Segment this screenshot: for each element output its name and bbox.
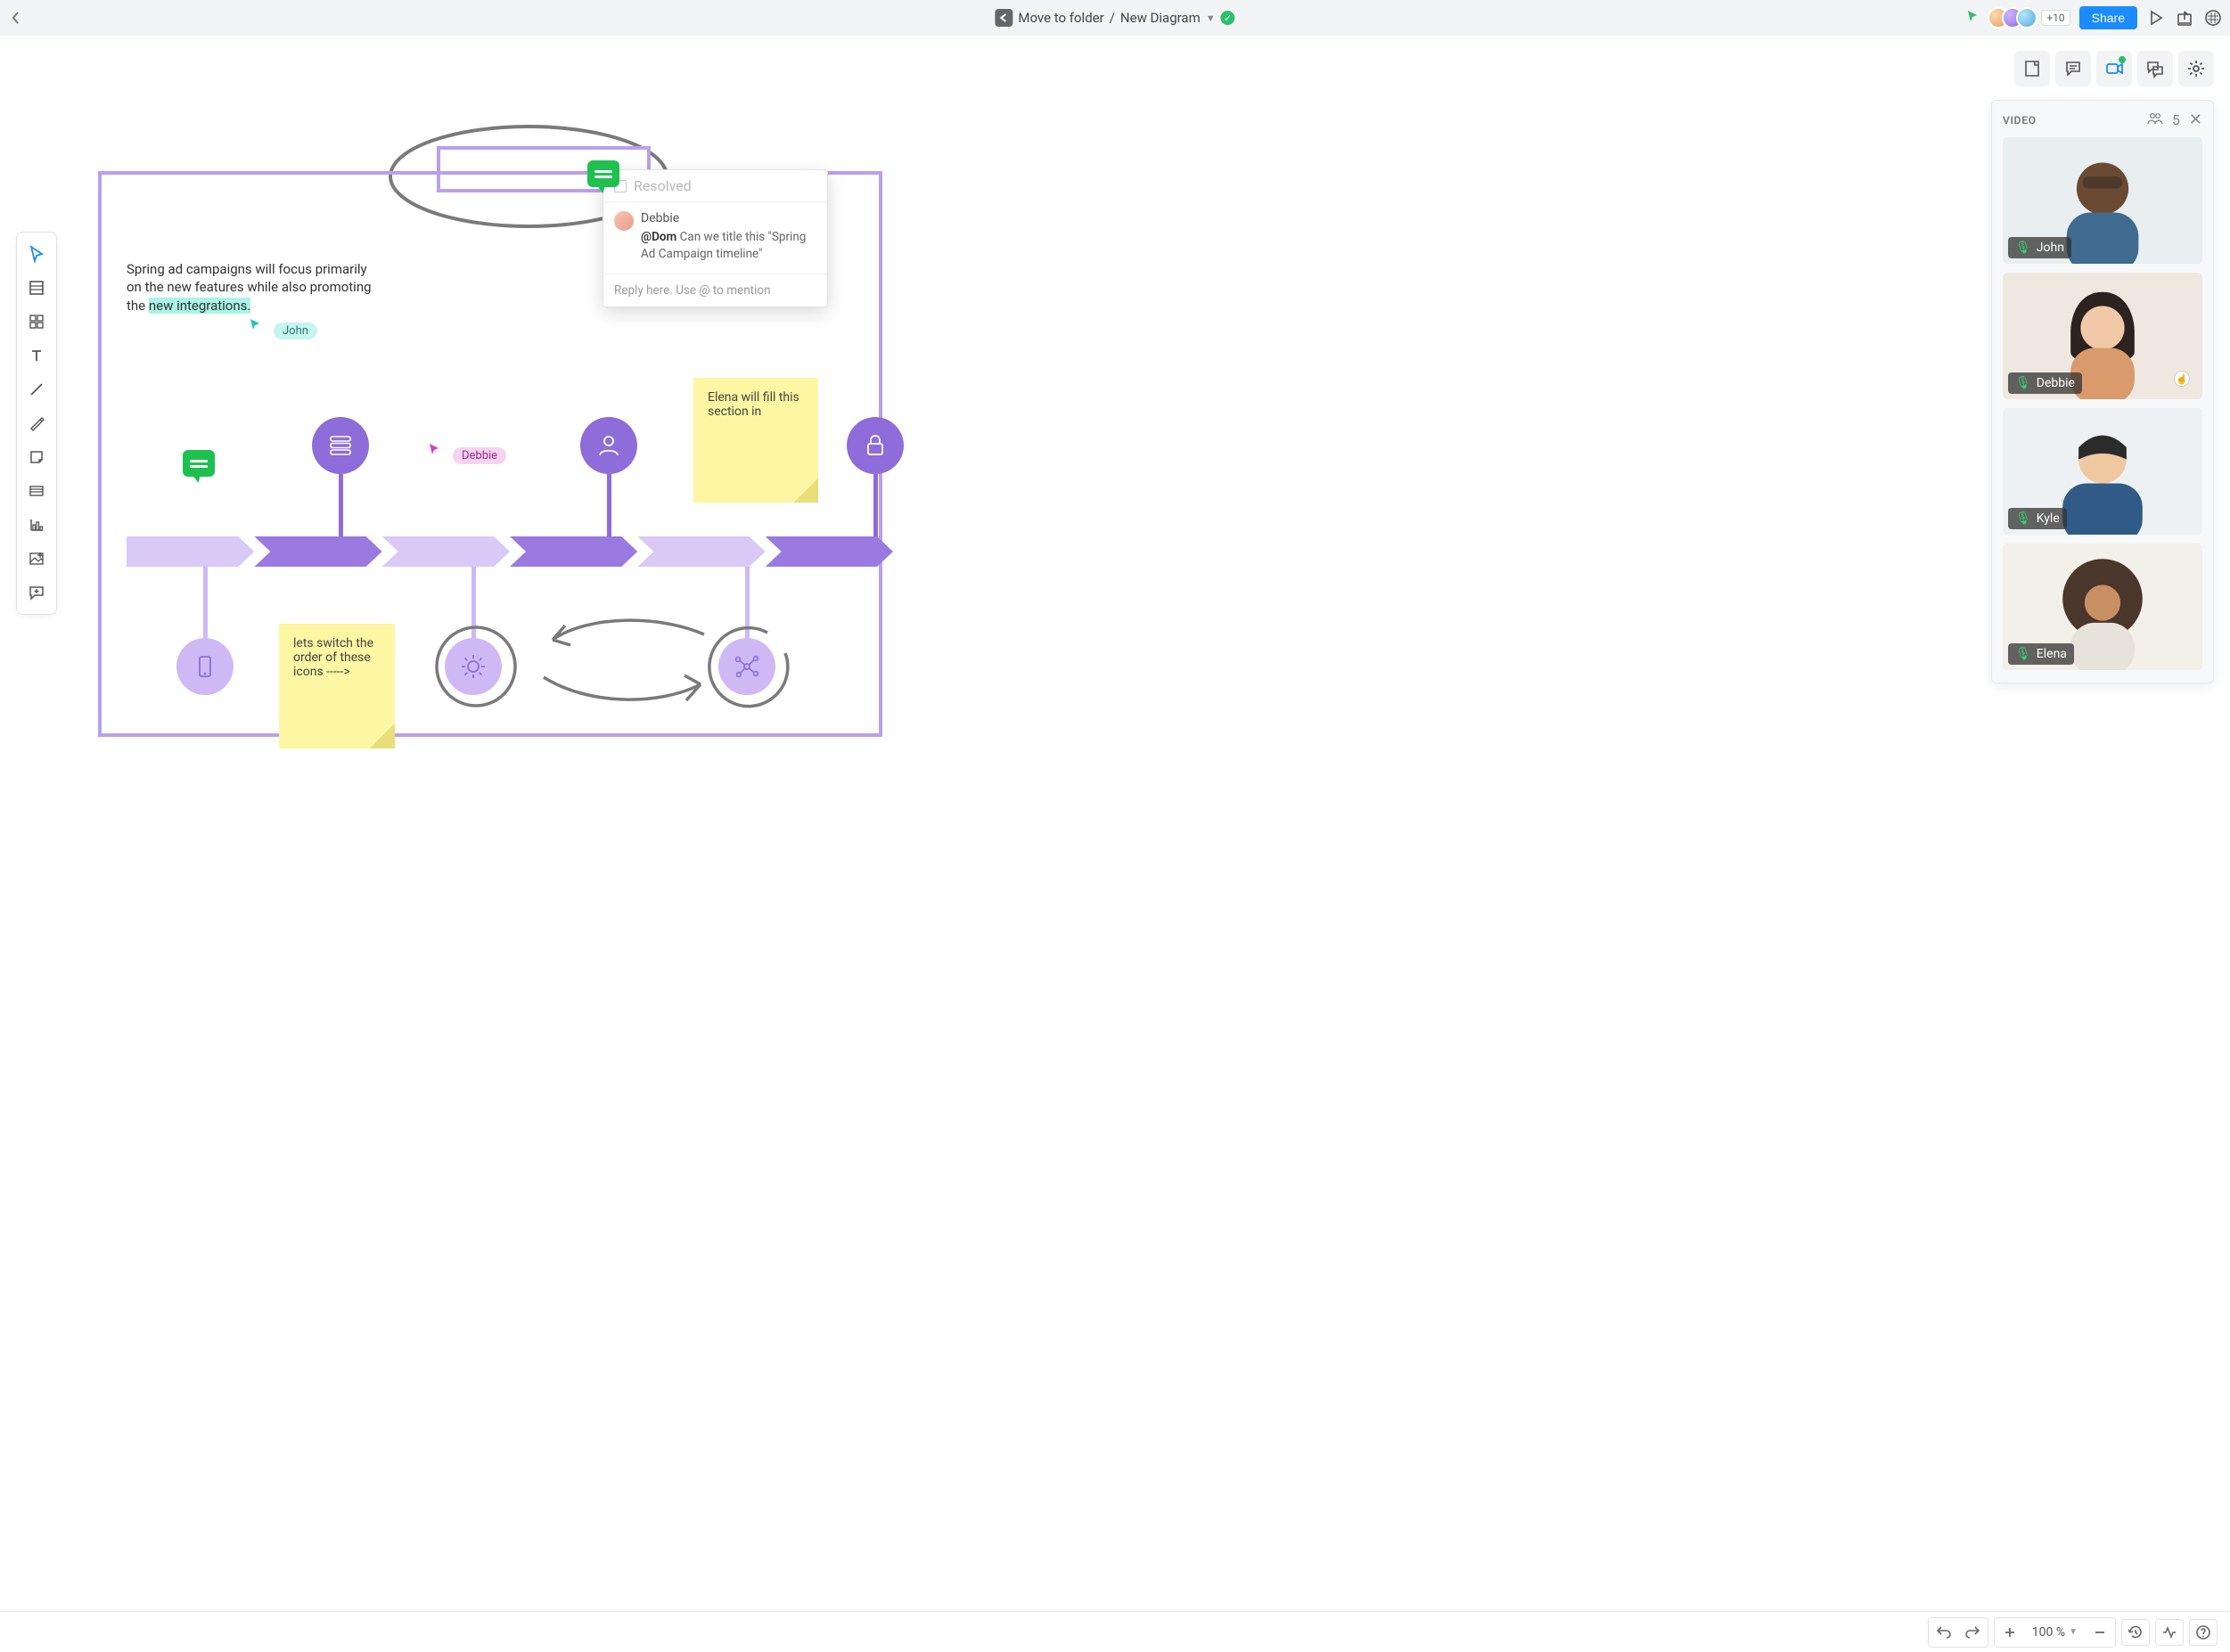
video-tile[interactable]: 🎙 Kyle [2003,408,2202,535]
table-tool[interactable] [20,475,53,507]
line-tool[interactable] [20,373,53,405]
timeline-node-phone-icon[interactable] [176,638,234,695]
text-tool[interactable] [20,339,53,372]
live-cursor-indicator-icon [1966,10,1979,26]
video-panel-button[interactable] [2096,51,2132,86]
app-logo-icon [995,9,1013,27]
comment-marker[interactable] [587,160,619,187]
notes-panel-button[interactable] [2014,51,2050,86]
share-button[interactable]: Share [2079,6,2137,29]
resolved-label: Resolved [634,177,692,194]
breadcrumb-doc: New Diagram [1120,10,1201,26]
video-name: Debbie [2037,376,2075,390]
settings-panel-button[interactable] [2178,51,2214,86]
help-button[interactable] [2189,1619,2218,1646]
video-name: Kyle [2037,511,2060,526]
grid-icon[interactable] [2203,8,2223,28]
history-button[interactable] [2121,1619,2150,1646]
comments-panel-button[interactable] [2055,51,2091,86]
panel-toolbar [2014,51,2214,86]
participants-icon [2147,111,2163,128]
live-cursor-debbie: Debbie [428,437,506,464]
timeline-stem [607,474,611,538]
sticky-note[interactable]: Elena will fill this section in [693,378,818,503]
timeline-stem [203,567,208,638]
timeline-node-list-icon[interactable] [312,417,369,474]
video-panel: VIDEO 5 ✕ 🎙 John 🎙 Debbie ☝ 🎙 Kyle 🎙 Elena [1991,100,2214,683]
redo-button[interactable] [1959,1620,1986,1645]
breadcrumb[interactable]: Move to folder / New Diagram ▼ ✓ [995,9,1234,27]
select-tool[interactable] [20,238,53,270]
comment-author-name: Debbie [641,211,816,225]
comment-author-avatar [614,211,634,231]
zoom-in-button[interactable] [1996,1620,2023,1645]
video-panel-title: VIDEO [2003,114,2037,127]
back-button[interactable] [7,9,25,27]
shapes-tool[interactable] [20,306,53,338]
live-cursor-john: John [249,312,317,339]
sync-status-icon: ✓ [1221,11,1235,25]
sticky-note[interactable]: lets switch the order of these icons ---… [279,624,395,748]
timeline-strip[interactable] [127,536,893,567]
cursor-label: John [274,323,317,339]
hand-cursor-icon: ☝ [2174,371,2190,387]
chat-panel-button[interactable] [2137,51,2173,86]
video-name: Elena [2037,647,2067,661]
canvas[interactable]: Spring ad campaigns will focus primarily… [0,36,2230,1652]
cursor-icon [428,443,440,458]
chevron-down-icon[interactable]: ▼ [1206,12,1216,24]
activity-button[interactable] [2155,1619,2184,1646]
left-toolbar [16,232,57,615]
avatar[interactable] [2016,7,2037,29]
chart-tool[interactable] [20,509,53,541]
sketch-swap-arrows [526,613,722,711]
zoom-group: 100 %▼ [1994,1617,2116,1648]
body-text-highlight: new integrations. [149,298,251,314]
mic-icon: 🎙 [2015,376,2031,390]
video-active-dot-icon [2119,56,2126,63]
sketch-circle [431,622,521,711]
bottombar: 100 %▼ [0,1611,2230,1652]
comment-reply-input[interactable]: Reply here. Use @ to mention [603,274,827,307]
topbar: Move to folder / New Diagram ▼ ✓ +10 Sha… [0,0,2230,36]
image-tool[interactable] [20,543,53,575]
canvas-body-text[interactable]: Spring ad campaigns will focus primarily… [127,260,372,315]
comment-marker[interactable] [183,450,215,477]
collaborator-avatars[interactable]: +10 [1988,7,2070,29]
undo-button[interactable] [1931,1620,1957,1645]
undo-redo-group [1928,1617,1988,1648]
close-icon[interactable]: ✕ [2189,112,2202,128]
sticky-tool[interactable] [20,441,53,473]
comment-message: @Dom Can we title this "Spring Ad Campai… [641,229,816,263]
add-comment-tool[interactable] [20,577,53,609]
mic-icon: 🎙 [2015,647,2031,661]
cursor-label: Debbie [453,447,506,464]
timeline-node-user-icon[interactable] [580,417,637,474]
breadcrumb-sep: / [1110,10,1115,26]
timeline-stem [873,474,878,538]
container-tool[interactable] [20,272,53,304]
mic-icon: 🎙 [2015,511,2031,526]
export-icon[interactable] [2175,8,2194,28]
avatar-overflow-count[interactable]: +10 [2041,10,2070,26]
zoom-level[interactable]: 100 %▼ [2025,1620,2085,1645]
cursor-icon [249,318,261,333]
participants-count: 5 [2172,111,2180,128]
timeline-node-lock-icon[interactable] [847,417,904,474]
video-tile[interactable]: 🎙 Debbie ☝ [2003,273,2202,399]
comment-popover: Resolved Debbie @Dom Can we title this "… [603,169,828,307]
sticky-text: lets switch the order of these icons ---… [293,636,373,679]
mic-icon: 🎙 [2015,241,2031,255]
zoom-out-button[interactable] [2087,1620,2113,1645]
video-name: John [2037,241,2064,255]
breadcrumb-folder: Move to folder [1018,10,1103,26]
video-tile[interactable]: 🎙 Elena [2003,544,2202,670]
present-icon[interactable] [2146,8,2166,28]
timeline-stem [339,474,343,538]
video-tile[interactable]: 🎙 John [2003,137,2202,264]
pen-tool[interactable] [20,407,53,439]
sticky-text: Elena will fill this section in [708,390,799,419]
